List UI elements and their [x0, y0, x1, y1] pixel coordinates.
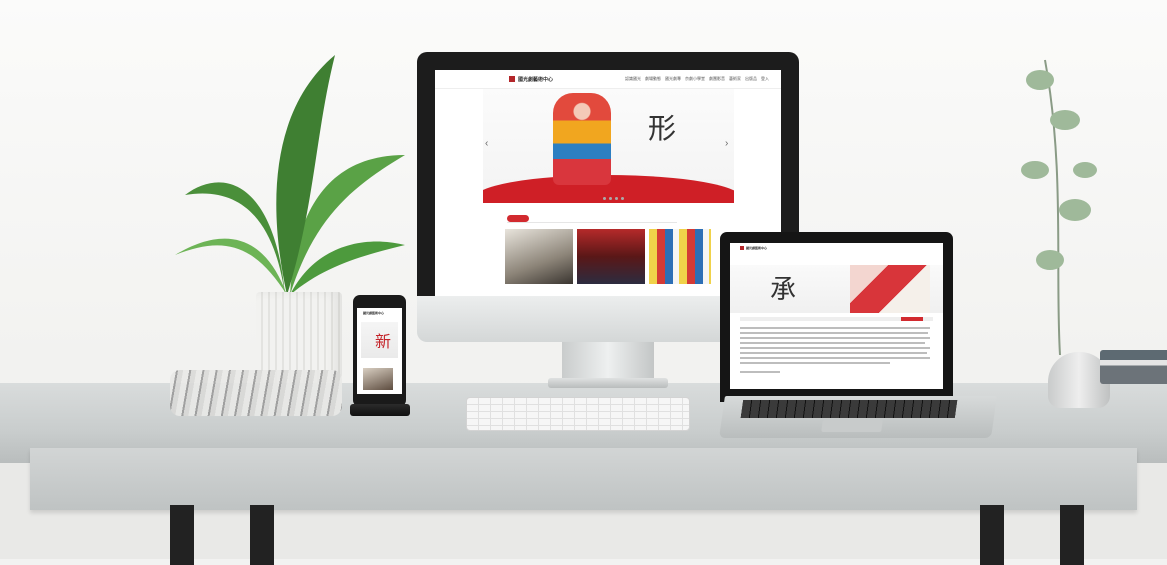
- nav-item[interactable]: 劇團影音: [709, 76, 725, 82]
- logo-icon: [509, 76, 515, 82]
- desk-leg: [1060, 505, 1084, 565]
- news-thumbnail[interactable]: [505, 229, 573, 284]
- news-thumbnail[interactable]: [649, 229, 711, 284]
- laptop-logo-icon: [740, 246, 744, 250]
- laptop-banner: 承: [730, 265, 943, 313]
- keyboard: [466, 397, 690, 431]
- nav-item[interactable]: 出版品: [745, 76, 757, 82]
- text-line: [740, 371, 780, 373]
- site-nav: 國光劇藝術中心 認識國光 劇場動態 國光劇專 京劇小學堂 劇團影音 藝術家 出版…: [435, 70, 781, 89]
- calligraphy-text: 形: [648, 112, 677, 145]
- laptop-trackpad: [821, 420, 883, 432]
- news-tab[interactable]: [507, 215, 529, 222]
- laptop-active-tab[interactable]: [901, 317, 923, 321]
- nav-item[interactable]: 登入: [761, 76, 769, 82]
- text-line: [740, 342, 925, 344]
- desk-front-edge: [30, 448, 1137, 510]
- desk-leg: [170, 505, 194, 565]
- text-line: [740, 337, 930, 339]
- opera-performer-image: [553, 93, 611, 185]
- phone-banner: 新: [361, 322, 398, 358]
- laptop-keyboard: [740, 400, 958, 418]
- laptop-screen: 國光劇藝術中心 承: [730, 243, 943, 389]
- laptop-opera-image: [850, 265, 930, 313]
- text-line: [740, 327, 930, 329]
- text-line: [740, 352, 927, 354]
- news-thumbnail[interactable]: [577, 229, 645, 284]
- imac-stand-base: [548, 378, 668, 388]
- text-line: [740, 347, 930, 349]
- text-line: [740, 332, 928, 334]
- eucalyptus-branch: [1021, 59, 1097, 356]
- logo-text: 國光劇藝術中心: [518, 76, 554, 83]
- plant-leaves: [175, 55, 405, 295]
- laptop-tabbar: [740, 317, 933, 321]
- hero-banner: 形: [483, 89, 734, 203]
- nav-menu: 認識國光 劇場動態 國光劇專 京劇小學堂 劇團影音 藝術家 出版品 登入: [625, 76, 769, 82]
- laptop-calligraphy: 承: [770, 275, 797, 305]
- carousel-prev-icon[interactable]: ‹: [485, 138, 488, 149]
- text-line: [740, 362, 890, 364]
- phone-calligraphy: 新: [375, 332, 392, 351]
- imac-stand: [562, 342, 654, 382]
- phone-logo-text: 國光劇藝術中心: [363, 311, 385, 315]
- carousel-dots[interactable]: [603, 197, 624, 200]
- desk-leg: [250, 505, 274, 565]
- folded-towel: [170, 370, 342, 416]
- nav-item[interactable]: 國光劇專: [665, 76, 681, 82]
- nav-item[interactable]: 藝術家: [729, 76, 741, 82]
- nav-item[interactable]: 京劇小學堂: [685, 76, 705, 82]
- phone-screen: 國光劇藝術中心 新: [357, 308, 402, 394]
- phone-dock: [350, 404, 410, 416]
- tab-divider: [507, 222, 677, 223]
- laptop-header: 國光劇藝術中心: [740, 246, 767, 250]
- carousel-next-icon[interactable]: ›: [725, 138, 728, 149]
- text-line: [740, 357, 930, 359]
- book-stack: [1100, 350, 1167, 384]
- nav-item[interactable]: 劇場動態: [645, 76, 661, 82]
- desk-leg: [980, 505, 1004, 565]
- laptop-logo-text: 國光劇藝術中心: [746, 246, 768, 250]
- nav-item[interactable]: 認識國光: [625, 76, 641, 82]
- phone-thumbnail: [363, 368, 393, 390]
